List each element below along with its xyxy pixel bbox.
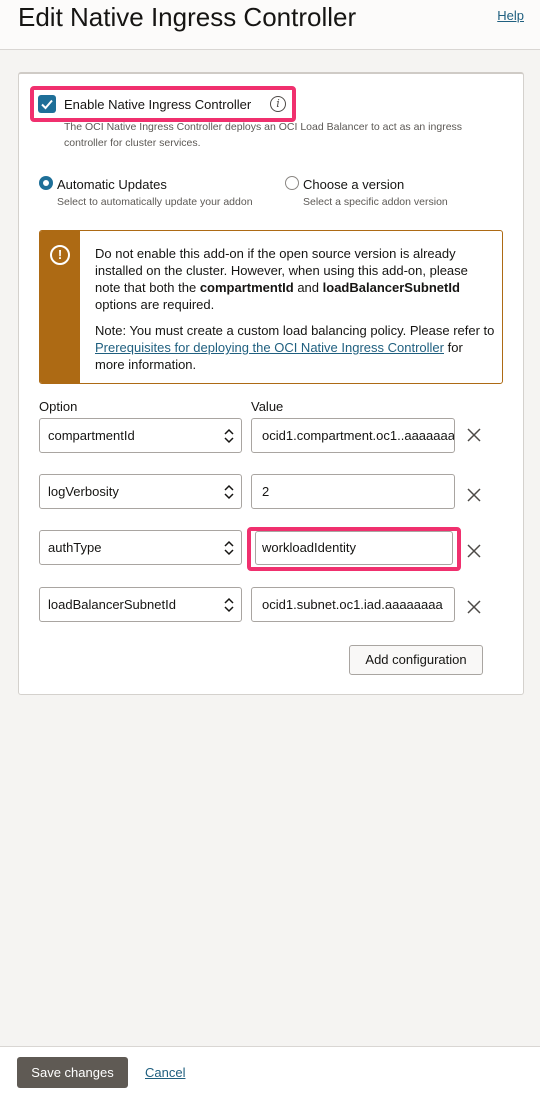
- remove-row-close-icon[interactable]: [465, 542, 483, 560]
- option-column-header: Option: [39, 399, 78, 414]
- info-icon[interactable]: i: [270, 96, 286, 112]
- value-input-compartmentid[interactable]: ocid1.compartment.oc1..aaaaaaa: [251, 418, 455, 453]
- page-title: Edit Native Ingress Controller: [18, 2, 357, 32]
- checkmark-icon: [41, 99, 53, 110]
- page-header: Edit Native Ingress Controller Help: [0, 0, 540, 50]
- option-select-authtype[interactable]: authType: [39, 530, 242, 565]
- cancel-link[interactable]: Cancel: [145, 1065, 185, 1080]
- exclamation-circle-icon: !: [50, 245, 70, 265]
- remove-row-close-icon[interactable]: [465, 486, 483, 504]
- updown-chevron-icon: [224, 484, 234, 500]
- warning-banner: ! Do not enable this add-on if the open …: [39, 230, 503, 384]
- value-input-loadbalancersubnetid[interactable]: ocid1.subnet.oc1.iad.aaaaaaaa: [251, 587, 455, 622]
- enable-controller-label[interactable]: Enable Native Ingress Controller: [64, 97, 251, 112]
- add-configuration-button[interactable]: Add configuration: [349, 645, 483, 675]
- option-select-compartmentid[interactable]: compartmentId: [39, 418, 242, 453]
- warning-bar: !: [40, 231, 80, 383]
- value-input-authtype[interactable]: workloadIdentity: [255, 531, 453, 565]
- warning-text: Do not enable this add-on if the open so…: [95, 246, 495, 372]
- help-link[interactable]: Help: [497, 8, 524, 23]
- prerequisites-link[interactable]: Prerequisites for deploying the OCI Nati…: [95, 340, 444, 355]
- remove-row-close-icon[interactable]: [465, 426, 483, 444]
- value-column-header: Value: [251, 399, 284, 414]
- option-select-logverbosity[interactable]: logVerbosity: [39, 474, 242, 509]
- choose-version-sub: Select a specific addon version: [303, 196, 448, 208]
- updown-chevron-icon: [224, 540, 234, 556]
- choose-version-radio[interactable]: [285, 176, 299, 190]
- choose-version-label[interactable]: Choose a version: [303, 177, 404, 192]
- remove-row-close-icon[interactable]: [465, 598, 483, 616]
- updown-chevron-icon: [224, 597, 234, 613]
- option-select-loadbalancersubnetid[interactable]: loadBalancerSubnetId: [39, 587, 242, 622]
- enable-controller-description: The OCI Native Ingress Controller deploy…: [64, 121, 463, 149]
- value-input-logverbosity[interactable]: 2: [251, 474, 455, 509]
- automatic-updates-sub: Select to automatically update your addo…: [57, 196, 253, 208]
- enable-controller-checkbox[interactable]: [38, 95, 56, 113]
- automatic-updates-label[interactable]: Automatic Updates: [57, 177, 167, 192]
- updown-chevron-icon: [224, 428, 234, 444]
- automatic-updates-radio[interactable]: [39, 176, 53, 190]
- save-changes-button[interactable]: Save changes: [17, 1057, 128, 1088]
